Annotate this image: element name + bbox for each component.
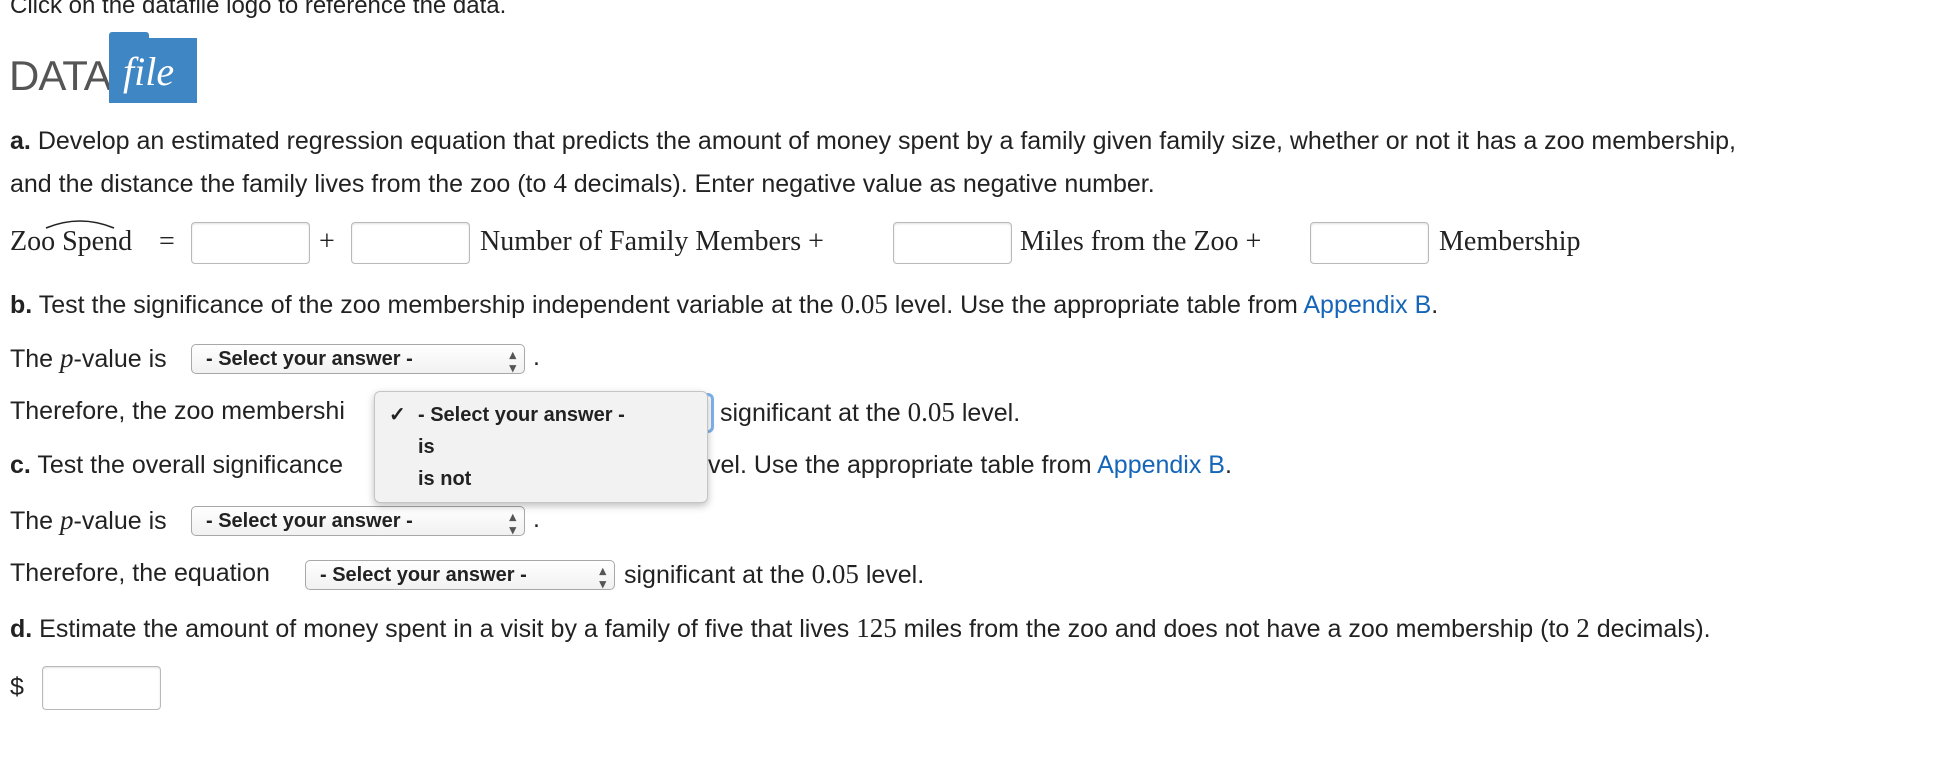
part-c-line-start: c. Test the overall significance — [10, 451, 344, 479]
membership-coef-input[interactable] — [1310, 222, 1429, 264]
part-a-text1: Develop an estimated regression equation… — [37, 127, 1736, 155]
part-c-equation-select[interactable]: - Select your answer - ▴ ▾ — [305, 560, 615, 590]
part-b-line: b. Test the significance of the zoo memb… — [10, 289, 1439, 319]
dropdown-option-is[interactable]: is — [418, 436, 435, 459]
part-c-therefore-after: significant at the 0.05 level. — [624, 559, 925, 589]
equation-lhs: Zoo Spend — [10, 226, 133, 257]
hat-accent — [45, 220, 115, 229]
appendix-b-link-1[interactable]: Appendix B — [1303, 291, 1431, 319]
part-a-letter: a. — [10, 127, 31, 155]
part-a-line1: a. Develop an estimated regression equat… — [10, 127, 1736, 156]
part-c-line-end: vel. Use the appropriate table from Appe… — [708, 451, 1232, 479]
select-arrows-icon: ▴ ▾ — [509, 347, 516, 375]
part-a-decimals: 4 — [553, 168, 567, 198]
part-a-line2: and the distance the family lives from t… — [10, 168, 1155, 198]
dropdown-option-placeholder[interactable]: - Select your answer - — [418, 404, 625, 427]
instruction-text: Click on the datafile logo to reference … — [10, 0, 507, 19]
part-d-line: d. Estimate the amount of money spent in… — [10, 613, 1711, 643]
select-arrows-icon: ▴ ▾ — [509, 509, 516, 537]
logo-data-text: DATA — [9, 52, 112, 99]
part-b-pvalue-select[interactable]: - Select your answer - ▴ ▾ — [191, 344, 525, 374]
part-d-amount-input[interactable] — [42, 666, 161, 710]
equation-term-miles: Miles from the Zoo + — [1020, 226, 1262, 257]
intercept-input[interactable] — [191, 222, 310, 264]
equation-plus: + — [319, 226, 335, 257]
equation-term-membership: Membership — [1439, 226, 1581, 257]
period-b: . — [533, 343, 540, 371]
part-b-alpha: 0.05 — [840, 289, 888, 319]
part-c-letter: c. — [10, 451, 31, 479]
part-b-pvalue-label: The p-value is — [10, 343, 167, 373]
family-members-coef-input[interactable] — [351, 222, 470, 264]
select-arrows-icon: ▴ ▾ — [599, 563, 606, 591]
part-b-letter: b. — [10, 291, 33, 319]
logo-file-badge: file — [109, 32, 197, 103]
part-d-letter: d. — [10, 615, 33, 643]
logo-file-text: file — [123, 49, 175, 94]
equation-equals: = — [159, 226, 175, 257]
part-c-therefore-text: Therefore, the equation — [10, 559, 270, 587]
part-c-pvalue-label: The p-value is — [10, 505, 167, 535]
dropdown-option-is-not[interactable]: is not — [418, 468, 471, 491]
appendix-b-link-2[interactable]: Appendix B — [1097, 451, 1225, 479]
part-b-dropdown-menu[interactable]: ✓ - Select your answer - is is not — [374, 391, 708, 503]
period-c: . — [533, 505, 540, 533]
part-c-pvalue-select[interactable]: - Select your answer - ▴ ▾ — [191, 506, 525, 536]
part-b-therefore-text: Therefore, the zoo membershi — [10, 397, 345, 425]
equation-term-family: Number of Family Members + — [480, 226, 824, 257]
part-b-therefore-after: significant at the 0.05 level. — [720, 397, 1021, 427]
miles-coef-input[interactable] — [893, 222, 1012, 264]
currency-symbol: $ — [10, 673, 24, 701]
checkmark-icon: ✓ — [389, 404, 406, 426]
